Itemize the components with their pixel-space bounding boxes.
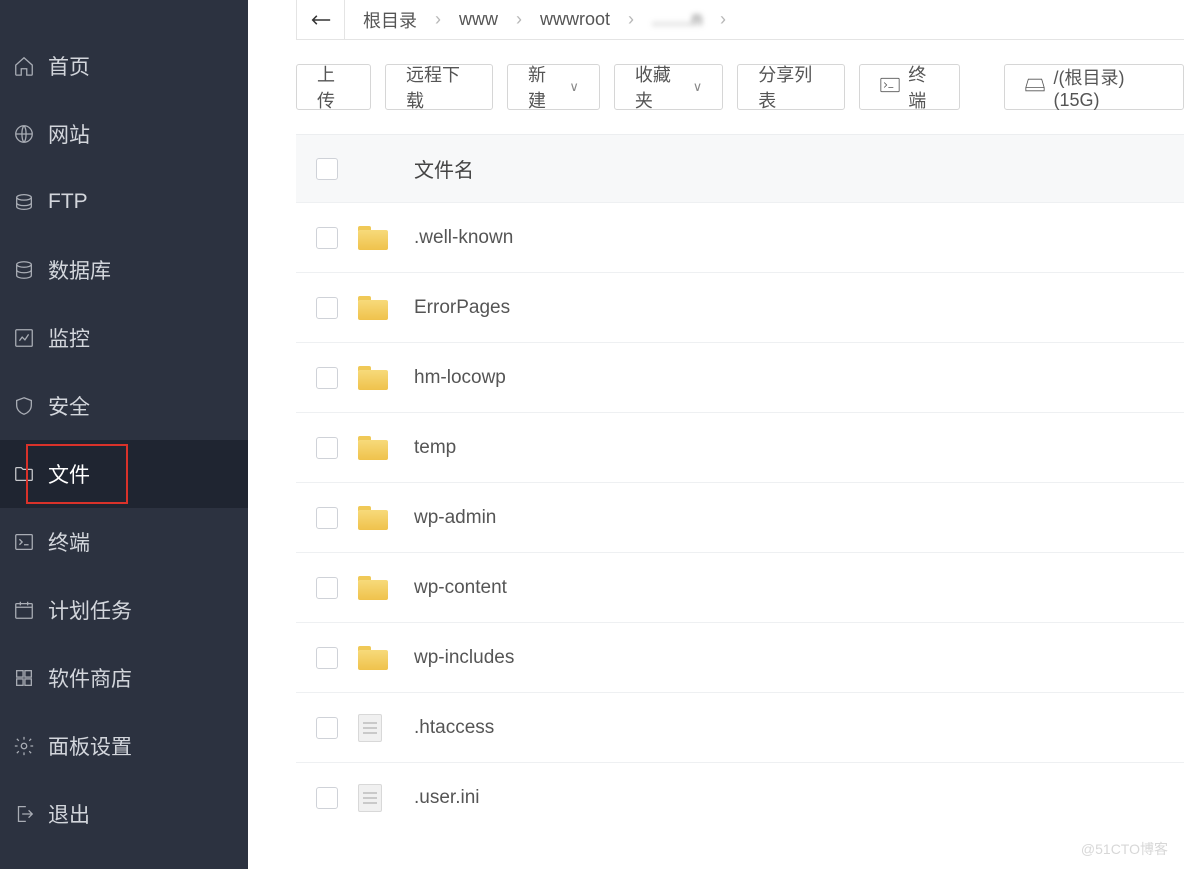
file-row[interactable]: wp-includes [296,622,1184,692]
sidebar-item-label: 文件 [48,459,90,489]
row-checkbox[interactable] [316,577,338,599]
sidebar-item-terminal[interactable]: 终端 [0,508,248,576]
sidebar-item-label: 网站 [48,119,90,149]
folder-icon [358,646,388,670]
select-all-checkbox[interactable] [316,158,338,180]
row-checkbox[interactable] [316,787,338,809]
chevron-down-icon: ∨ [569,79,579,95]
sidebar-item-label: 监控 [48,323,90,353]
row-checkbox[interactable] [316,227,338,249]
file-row[interactable]: .user.ini [296,762,1184,832]
ftp-icon [12,190,36,214]
file-name[interactable]: wp-content [410,577,1184,599]
sidebar-item-label: 退出 [48,799,90,829]
sidebar-item-db[interactable]: 数据库 [0,236,248,304]
home-icon [12,54,36,78]
sidebar-item-home[interactable]: 首页 [0,32,248,100]
row-checkbox[interactable] [316,367,338,389]
sidebar-item-label: FTP [48,190,88,214]
remote-download-button[interactable]: 远程下载 [385,64,493,110]
sidebar-item-label: 首页 [48,51,90,81]
list-header: 文件名 [296,134,1184,202]
crumb-wwwroot[interactable]: wwwroot [522,9,628,30]
database-icon [12,258,36,282]
sidebar-item-label: 计划任务 [48,595,132,625]
column-name[interactable]: 文件名 [410,154,474,183]
folder-icon [358,506,388,530]
chart-icon [12,326,36,350]
file-name[interactable]: temp [410,437,1184,459]
sidebar-item-label: 终端 [48,527,90,557]
crumb-root[interactable]: 根目录 [345,7,435,33]
sidebar-item-label: 数据库 [48,255,111,285]
sidebar-item-ftp[interactable]: FTP [0,168,248,236]
upload-button[interactable]: 上传 [296,64,371,110]
file-row[interactable]: .htaccess [296,692,1184,762]
folder-icon [358,296,388,320]
grid-icon [12,666,36,690]
disk-button[interactable]: /(根目录) (15G) [1004,64,1184,110]
sidebar-item-settings[interactable]: 面板设置 [0,712,248,780]
sidebar-item-label: 软件商店 [48,663,132,693]
file-row[interactable]: ErrorPages [296,272,1184,342]
row-checkbox[interactable] [316,717,338,739]
terminal-icon [12,530,36,554]
breadcrumb: 根目录 › www › wwwroot › ........n › [296,0,1184,40]
file-list: 文件名 .well-known ErrorPages hm-locowp temp wp… [296,134,1184,832]
toolbar: 上传 远程下载 新建∨ 收藏夹∨ 分享列表 终端 /(根目录) (15G) [248,40,1184,134]
new-button[interactable]: 新建∨ [507,64,600,110]
favorites-button[interactable]: 收藏夹∨ [614,64,723,110]
crumb-current[interactable]: ........n [634,9,720,30]
file-icon [358,784,382,812]
sidebar-item-label: 面板设置 [48,731,132,761]
shield-icon [12,394,36,418]
file-row[interactable]: wp-admin [296,482,1184,552]
logout-icon [12,802,36,826]
file-name[interactable]: .htaccess [410,717,1184,739]
file-row[interactable]: temp [296,412,1184,482]
chevron-right-icon: › [720,9,726,30]
folder-icon [358,436,388,460]
calendar-icon [12,598,36,622]
row-checkbox[interactable] [316,647,338,669]
file-name[interactable]: .user.ini [410,787,1184,809]
sidebar-item-appstore[interactable]: 软件商店 [0,644,248,712]
folder-icon [358,576,388,600]
sidebar-item-site[interactable]: 网站 [0,100,248,168]
folder-icon [358,366,388,390]
sidebar-item-monitor[interactable]: 监控 [0,304,248,372]
row-checkbox[interactable] [316,507,338,529]
chevron-down-icon: ∨ [693,79,703,95]
sidebar-item-files[interactable]: 文件 [0,440,248,508]
main-content: 根目录 › www › wwwroot › ........n › 上传 远程下… [248,0,1184,869]
sidebar-item-security[interactable]: 安全 [0,372,248,440]
folder-icon [358,226,388,250]
row-checkbox[interactable] [316,297,338,319]
file-row[interactable]: .well-known [296,202,1184,272]
file-icon [358,714,382,742]
file-name[interactable]: wp-includes [410,647,1184,669]
file-name[interactable]: hm-locowp [410,367,1184,389]
sidebar: 首页 网站 FTP 数据库 监控 [0,0,248,869]
share-list-button[interactable]: 分享列表 [737,64,845,110]
file-name[interactable]: wp-admin [410,507,1184,529]
row-checkbox[interactable] [316,437,338,459]
file-row[interactable]: wp-content [296,552,1184,622]
file-row[interactable]: hm-locowp [296,342,1184,412]
back-button[interactable] [297,0,345,39]
terminal-button[interactable]: 终端 [859,64,960,110]
sidebar-item-logout[interactable]: 退出 [0,780,248,848]
folder-icon [12,462,36,486]
sidebar-item-cron[interactable]: 计划任务 [0,576,248,644]
terminal-icon [880,77,900,98]
disk-icon [1025,77,1045,98]
crumb-www[interactable]: www [441,9,516,30]
file-name[interactable]: ErrorPages [410,297,1184,319]
globe-icon [12,122,36,146]
watermark: @51CTO博客 [1081,839,1168,859]
file-name[interactable]: .well-known [410,227,1184,249]
sidebar-item-label: 安全 [48,391,90,421]
gear-icon [12,734,36,758]
